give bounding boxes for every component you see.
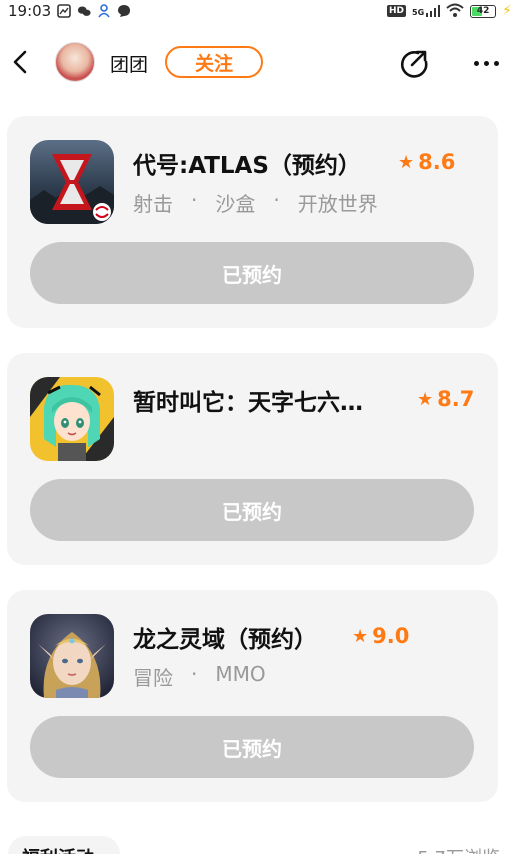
star-icon: ★ xyxy=(417,388,434,410)
game-tags: 射击 · 沙盒 · 开放世界 xyxy=(133,188,378,217)
more-icon xyxy=(473,60,479,66)
welfare-activity-tab[interactable]: 福利活动 xyxy=(8,836,120,854)
game-tag[interactable]: 沙盒 xyxy=(215,188,255,217)
rating-value: 8.7 xyxy=(437,387,475,411)
view-count: 5.7万浏览 xyxy=(417,844,500,854)
reserved-button[interactable]: 已预约 xyxy=(30,716,474,778)
game-icon-anime-girl[interactable] xyxy=(30,377,114,461)
game-tags: 冒险 · MMO xyxy=(133,662,266,691)
game-tag[interactable]: 开放世界 xyxy=(298,188,378,217)
share-button[interactable] xyxy=(398,48,430,78)
back-arrow-icon xyxy=(13,50,27,74)
wifi-icon xyxy=(446,3,464,20)
game-icon-elf[interactable] xyxy=(30,614,114,698)
status-bar: 19:03 HD 5G 42 ⚡ xyxy=(0,0,522,22)
hd-badge: HD xyxy=(387,5,407,17)
game-card[interactable]: 龙之灵域（预约） ★ 9.0 冒险 · MMO 已预约 xyxy=(7,590,498,802)
back-button[interactable] xyxy=(8,48,32,76)
tag-separator: · xyxy=(191,188,198,212)
username[interactable]: 团团 xyxy=(110,50,148,77)
game-rating: ★ 8.7 xyxy=(417,387,474,411)
more-button[interactable] xyxy=(468,48,504,78)
tag-separator: · xyxy=(191,662,198,686)
game-title[interactable]: 暂时叫它：天字七六… xyxy=(133,383,363,417)
message-notification-icon xyxy=(117,4,131,18)
bottom-section: 福利活动 5.7万浏览 xyxy=(0,836,522,854)
gallery-notification-icon xyxy=(57,4,72,18)
star-icon: ★ xyxy=(398,151,415,173)
game-title[interactable]: 代号:ATLAS（预约） xyxy=(133,146,361,180)
status-time: 19:03 xyxy=(8,2,52,20)
charging-icon: ⚡ xyxy=(502,3,512,19)
game-title[interactable]: 龙之灵域（预约） xyxy=(133,620,317,654)
game-card[interactable]: 暂时叫它：天字七六… ★ 8.7 已预约 xyxy=(7,353,498,565)
app-notification-icon xyxy=(97,4,111,18)
star-icon: ★ xyxy=(352,625,369,647)
reserved-button[interactable]: 已预约 xyxy=(30,242,474,304)
game-tag[interactable]: 射击 xyxy=(133,188,173,217)
share-icon xyxy=(400,50,428,78)
page-header: 团团 关注 xyxy=(0,38,522,86)
battery-level: 42 xyxy=(476,6,490,16)
cellular-signal-icon: 5G xyxy=(412,5,441,17)
rating-value: 9.0 xyxy=(372,624,410,648)
game-card[interactable]: 代号:ATLAS（预约） ★ 8.6 射击 · 沙盒 · 开放世界 已预约 xyxy=(7,116,498,328)
battery-icon: 42 xyxy=(470,4,497,18)
tag-separator: · xyxy=(273,188,280,212)
game-icon-atlas[interactable] xyxy=(30,140,114,224)
game-rating: ★ 8.6 xyxy=(398,150,455,174)
game-tag[interactable]: 冒险 xyxy=(133,662,173,691)
reserved-button[interactable]: 已预约 xyxy=(30,479,474,541)
rating-value: 8.6 xyxy=(418,150,456,174)
game-rating: ★ 9.0 xyxy=(352,624,409,648)
wechat-notification-icon xyxy=(77,4,91,18)
game-tag[interactable]: MMO xyxy=(215,662,265,691)
user-avatar[interactable] xyxy=(55,42,95,82)
follow-button[interactable]: 关注 xyxy=(165,46,263,78)
